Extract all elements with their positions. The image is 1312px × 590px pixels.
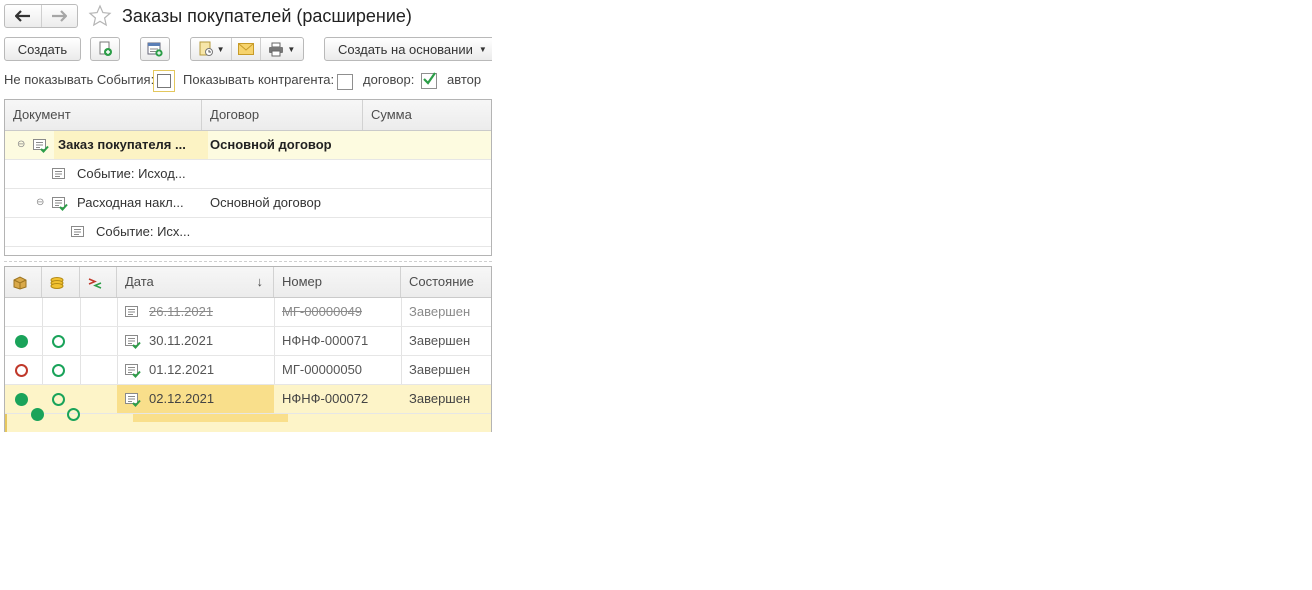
email-button[interactable] (232, 38, 261, 60)
list-header-payment[interactable] (42, 267, 80, 297)
cell-number: МГ-00000050 (282, 362, 363, 377)
tree-row[interactable]: ⊖ Заказ покупателя ... Основной договор (5, 131, 491, 160)
table-row[interactable]: 01.12.2021 МГ-00000050 Завершен (5, 356, 491, 385)
tree-cell-document: Событие: Исх... (96, 224, 191, 239)
not-shipped-status-circle (15, 364, 28, 377)
hide-events-checkbox[interactable] (157, 74, 171, 88)
tree-header-document[interactable]: Документ (5, 100, 202, 130)
paid-status-circle (52, 364, 65, 377)
create-based-on-label: Создать на основании (338, 41, 473, 57)
list-header-shipment[interactable] (5, 267, 42, 297)
printer-icon (269, 42, 284, 56)
document-posted-icon (125, 335, 141, 349)
arrow-left-icon (14, 10, 30, 22)
copy-button[interactable] (90, 37, 120, 61)
tree-cell-contract: Основной договор (210, 195, 321, 210)
cell-date: 02.12.2021 (149, 391, 215, 406)
copy-add-icon (99, 41, 112, 56)
tree-row[interactable]: Событие: Исх... (5, 218, 491, 247)
document-posted-icon (33, 139, 49, 153)
table-row[interactable]: 30.11.2021 НФНФ-000071 Завершен (5, 327, 491, 356)
chevron-down-icon: ▼ (287, 44, 296, 54)
report-icon (199, 41, 213, 56)
show-contractor-label: Показывать контрагента: (183, 72, 335, 87)
arrow-right-icon (52, 10, 68, 22)
tree-cell-document: Событие: Исход... (77, 166, 186, 181)
panel-splitter[interactable] (4, 261, 492, 262)
event-icon (52, 168, 65, 179)
sort-arrow-down-icon: ↓ (256, 274, 264, 289)
document-posted-icon (125, 364, 141, 378)
tree-cell-document: Заказ покупателя ... (54, 131, 208, 159)
add-list-button[interactable] (140, 37, 170, 61)
forward-button[interactable] (42, 5, 78, 27)
tree-header-contract[interactable]: Договор (202, 100, 363, 130)
cell-date: 30.11.2021 (149, 333, 214, 348)
list-header-state[interactable]: Состояние (401, 267, 491, 297)
list-header-number[interactable]: Номер (274, 267, 401, 297)
cell-state: Завершен (409, 362, 471, 377)
app-window: Заказы покупателей (расширение) Создать … (0, 0, 492, 432)
coins-icon (50, 276, 64, 289)
nav-buttons (4, 4, 78, 28)
list-header: Дата ↓ Номер Состояние (5, 267, 491, 298)
page-title: Заказы покупателей (расширение) (122, 6, 412, 26)
list-header-date-label: Дата (125, 274, 154, 289)
ghost-row (5, 408, 491, 432)
hide-events-checkbox-frame[interactable] (153, 70, 175, 92)
paid-status-circle (52, 335, 65, 348)
report-dropdown-button[interactable]: ▼ (191, 38, 233, 60)
back-button[interactable] (5, 5, 42, 27)
cell-state: Завершен (409, 304, 471, 319)
create-button[interactable]: Создать (4, 37, 81, 61)
cell-date: 01.12.2021 (149, 362, 215, 377)
envelope-icon (238, 43, 255, 55)
shipped-status-dot (15, 335, 28, 348)
cell-number: НФНФ-000071 (282, 333, 369, 348)
print-dropdown-button[interactable]: ▼ (261, 38, 303, 60)
shipped-status-dot (15, 393, 28, 406)
cell-state: Завершен (409, 333, 471, 348)
document-posted-icon (125, 393, 141, 407)
tree-header-sum[interactable]: Сумма (363, 100, 491, 130)
hide-events-label: Не показывать События: (4, 72, 155, 87)
list-header-date[interactable]: Дата ↓ (117, 267, 274, 297)
author-label: автор (447, 72, 482, 87)
contract-checkbox[interactable] (421, 72, 437, 89)
list-header-exchange[interactable] (80, 267, 117, 297)
create-based-on-button[interactable]: Создать на основании ▼ (324, 37, 492, 61)
tree-row[interactable]: Событие: Исход... (5, 160, 491, 189)
show-contractor-checkbox[interactable] (337, 74, 353, 90)
table-row[interactable]: 26.11.2021 МГ-00000049 Завершен (5, 298, 491, 327)
cell-date: 26.11.2021 (149, 304, 214, 319)
orders-list: Дата ↓ Номер Состояние 26.11.2021 МГ-000… (4, 266, 492, 432)
favorite-star-icon[interactable] (88, 4, 112, 28)
collapse-icon[interactable]: ⊖ (36, 189, 44, 217)
tree-cell-document: Расходная накл... (77, 195, 184, 210)
table-add-icon (147, 42, 163, 57)
cell-number: МГ-00000049 (282, 304, 363, 319)
document-posted-icon (52, 197, 68, 211)
contract-label: договор: (363, 72, 415, 87)
box-icon (13, 276, 27, 290)
tree-row[interactable]: ⊖ Расходная накл... Основной договор (5, 189, 491, 218)
cell-number: НФНФ-000072 (282, 391, 369, 406)
checkmark-icon (423, 72, 436, 85)
collapse-icon[interactable]: ⊖ (17, 131, 25, 159)
tree-cell-contract: Основной договор (210, 137, 332, 152)
documents-tree: Документ Договор Сумма ⊖ Заказ покупател… (4, 99, 492, 256)
chevron-down-icon: ▼ (216, 44, 225, 54)
cell-state: Завершен (409, 391, 471, 406)
tree-header: Документ Договор Сумма (5, 100, 491, 131)
paid-status-circle (52, 393, 65, 406)
exchange-arrows-icon (88, 277, 102, 289)
chevron-down-icon: ▼ (478, 44, 487, 54)
event-icon (71, 226, 84, 237)
actions-button-group: ▼ ▼ (190, 37, 304, 61)
event-icon (125, 306, 138, 317)
